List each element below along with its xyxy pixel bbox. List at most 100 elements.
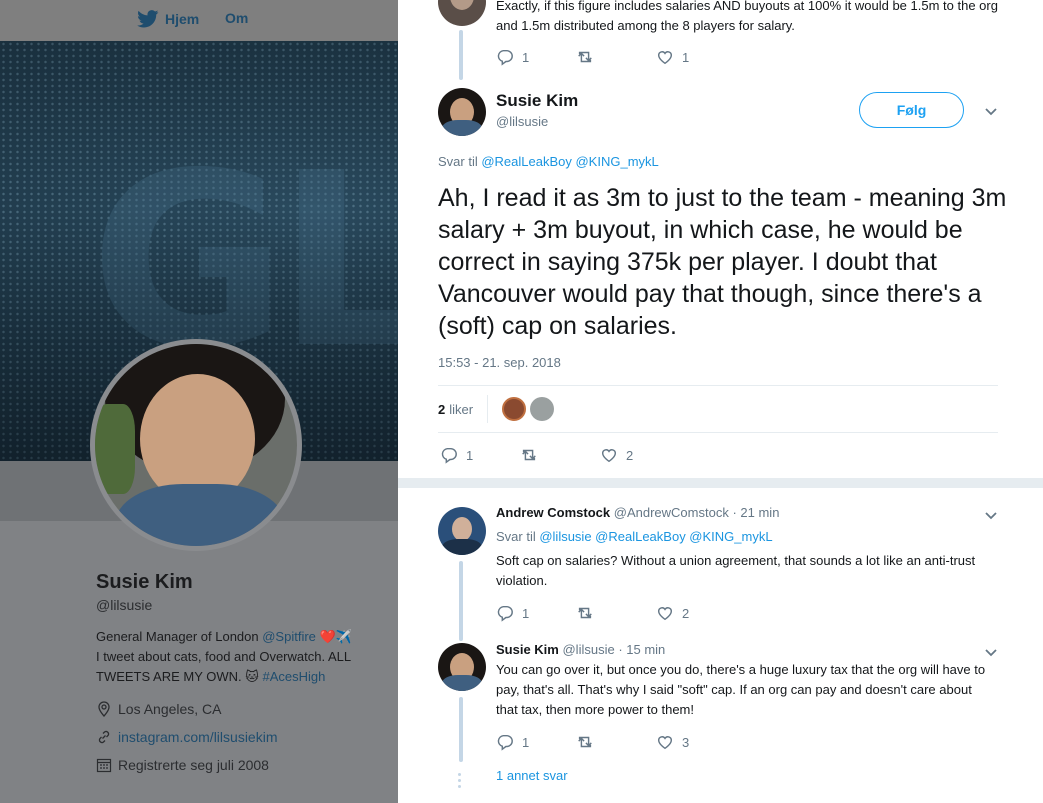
main-tweet-text: Ah, I read it as 3m to just to the team … xyxy=(438,184,1007,340)
thread-dots xyxy=(458,773,462,791)
profile-avatar[interactable] xyxy=(90,339,302,551)
like-count: 3 xyxy=(682,734,690,750)
section-separator xyxy=(398,478,1043,488)
reply-to-links[interactable]: @lilsusie @RealLeakBoy @KING_mykL xyxy=(539,529,772,544)
like-count: 1 xyxy=(682,49,690,65)
reply-author-name[interactable]: Susie Kim xyxy=(496,642,559,657)
main-tweet-name[interactable]: Susie Kim xyxy=(496,91,578,111)
divider xyxy=(438,432,998,433)
likes-count: 2 xyxy=(438,401,446,417)
main-tweet-actions: 1 2 xyxy=(440,446,680,464)
show-more-replies[interactable]: 1 annet svar xyxy=(496,768,568,783)
reply-header[interactable]: Susie Kim @lilsusie · 15 min xyxy=(496,642,665,657)
reply-to: Svar til @lilsusie @RealLeakBoy @KING_my… xyxy=(496,527,773,547)
retweet-button[interactable] xyxy=(576,48,656,66)
profile-website[interactable]: instagram.com/lilsusiekim xyxy=(96,729,277,745)
heart-icon xyxy=(657,607,673,621)
prev-tweet-actions: 1 1 xyxy=(496,48,736,66)
reply-button[interactable]: 1 xyxy=(496,48,576,66)
thread-line xyxy=(459,697,463,762)
reply-text: Soft cap on salaries? Without a union ag… xyxy=(496,553,976,588)
like-button[interactable]: 1 xyxy=(656,48,736,66)
thread-line xyxy=(459,561,463,641)
website-link[interactable]: instagram.com/lilsusiekim xyxy=(118,729,277,745)
reply-icon xyxy=(497,605,513,622)
retweet-button[interactable] xyxy=(576,733,656,751)
like-count: 2 xyxy=(626,447,634,463)
location-pin-icon xyxy=(98,701,110,717)
main-tweet-handle[interactable]: @lilsusie xyxy=(496,114,548,129)
profile-location: Los Angeles, CA xyxy=(96,701,222,717)
heart-icon xyxy=(657,736,673,750)
heart-icon xyxy=(657,51,673,65)
nav-about[interactable]: Om xyxy=(225,10,248,26)
likes-summary[interactable]: 2 liker xyxy=(438,395,555,423)
reply-actions: 1 2 xyxy=(496,604,736,622)
chevron-down-icon[interactable] xyxy=(984,104,998,118)
liker-avatar[interactable] xyxy=(530,397,555,421)
likers-avatars xyxy=(487,395,555,423)
bio-emoji-cat: 🐱 xyxy=(245,669,259,684)
divider xyxy=(438,385,998,386)
like-button[interactable]: 3 xyxy=(656,733,736,751)
reply-button[interactable]: 1 xyxy=(496,604,576,622)
prev-tweet-text: Exactly, if this figure includes salarie… xyxy=(496,0,998,33)
reply-count: 1 xyxy=(522,49,530,65)
retweet-icon xyxy=(578,607,592,619)
reply-avatar[interactable] xyxy=(438,643,486,691)
reply-avatar[interactable] xyxy=(438,507,486,555)
location-text: Los Angeles, CA xyxy=(118,701,222,717)
like-button[interactable]: 2 xyxy=(656,604,736,622)
retweet-button[interactable] xyxy=(576,604,656,622)
reply-button[interactable]: 1 xyxy=(440,446,520,464)
avatar-shirt xyxy=(115,484,285,546)
like-count: 2 xyxy=(682,605,690,621)
reply-time[interactable]: · 21 min xyxy=(732,505,779,520)
reply-header[interactable]: Andrew Comstock @AndrewComstock · 21 min xyxy=(496,505,779,520)
reply-author-handle[interactable]: @lilsusie xyxy=(562,642,614,657)
reply-icon xyxy=(497,49,513,66)
heart-icon xyxy=(601,449,617,463)
main-tweet-timestamp[interactable]: 15:53 - 21. sep. 2018 xyxy=(438,355,561,370)
nav-about-label: Om xyxy=(225,10,249,26)
reply-author-handle[interactable]: @AndrewComstock xyxy=(614,505,729,520)
bio-link-spitfire[interactable]: @Spitfire xyxy=(262,629,316,644)
reply-time[interactable]: · 15 min xyxy=(618,642,665,657)
chevron-down-icon[interactable] xyxy=(984,508,998,522)
bio-hashtag[interactable]: #AcesHigh xyxy=(262,669,325,684)
reply-count: 1 xyxy=(466,447,474,463)
twitter-bird-icon xyxy=(137,10,159,28)
retweet-icon xyxy=(578,51,592,63)
nav-home[interactable]: Hjem xyxy=(137,10,199,28)
thread-line-top xyxy=(459,30,463,80)
bio-text: General Manager of London xyxy=(96,629,263,644)
joined-text: Registrerte seg juli 2008 xyxy=(118,757,269,773)
calendar-icon xyxy=(96,758,112,773)
reply-icon xyxy=(497,734,513,751)
nav-home-label: Hjem xyxy=(165,11,200,27)
profile-handle: @lilsusie xyxy=(96,597,153,613)
reply-actions: 1 3 xyxy=(496,733,736,751)
reply-button[interactable]: 1 xyxy=(496,733,576,751)
prev-tweet-avatar[interactable] xyxy=(438,0,486,26)
retweet-icon xyxy=(522,449,536,461)
like-button[interactable]: 2 xyxy=(600,446,680,464)
reply-icon xyxy=(441,447,457,464)
reply-count: 1 xyxy=(522,605,530,621)
follow-button[interactable]: Følg xyxy=(859,92,964,128)
reply-count: 1 xyxy=(522,734,530,750)
main-tweet-avatar[interactable] xyxy=(438,88,486,136)
bio-emoji-heart-plane: ❤️✈️ xyxy=(319,629,352,644)
chevron-down-icon[interactable] xyxy=(984,645,998,659)
reply-to-links[interactable]: @RealLeakBoy @KING_mykL xyxy=(481,154,658,169)
likes-label: liker xyxy=(449,401,474,417)
retweet-button[interactable] xyxy=(520,446,600,464)
profile-name: Susie Kim xyxy=(96,571,193,593)
profile-joined: Registrerte seg juli 2008 xyxy=(96,757,269,773)
link-icon xyxy=(98,730,110,744)
tweet-modal: Exactly, if this figure includes salarie… xyxy=(398,0,1043,803)
reply-author-name[interactable]: Andrew Comstock xyxy=(496,505,610,520)
liker-avatar[interactable] xyxy=(502,397,527,421)
retweet-icon xyxy=(578,736,592,748)
reply-prefix: Svar til xyxy=(438,154,482,169)
